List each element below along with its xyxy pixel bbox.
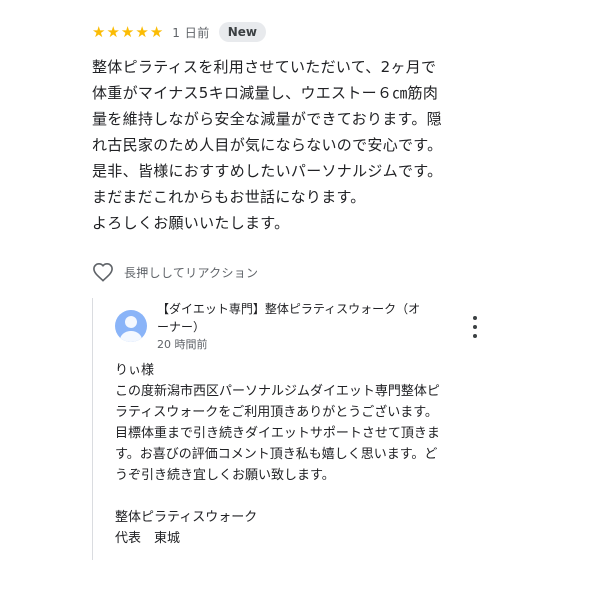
review-date: 1 日前	[172, 25, 210, 40]
new-badge: New	[218, 22, 266, 42]
owner-name: 【ダイエット専門】整体ピラティスウォーク（オ ーナー）	[157, 302, 421, 334]
star-icon: ★	[106, 22, 120, 41]
reply-header: 【ダイエット専門】整体ピラティスウォーク（オ ーナー） 20 時間前	[115, 298, 485, 351]
star-icon: ★	[149, 22, 164, 41]
heart-icon[interactable]	[92, 262, 114, 282]
avatar	[115, 310, 147, 342]
reply-date: 20 時間前	[157, 338, 208, 351]
star-icon: ★	[92, 22, 106, 41]
star-rating: ★ ★ ★ ★ ★	[92, 22, 164, 41]
star-icon: ★	[135, 22, 149, 41]
reaction-button[interactable]: 長押ししてリアクション	[92, 262, 258, 282]
reply-text: りぃ様 この度新潟市西区パーソナルジムダイエット専門整体ピ ラティスウォークをご…	[115, 363, 440, 546]
star-icon: ★	[120, 22, 135, 41]
more-vert-icon	[473, 316, 477, 320]
review-meta: ★ ★ ★ ★ ★ 1 日前 New	[92, 20, 582, 44]
review-text: 整体ピラティスを利用させていただいて、2ヶ月で 体重がマイナス5キロ減量し、ウエ…	[92, 58, 443, 232]
review-card: ★ ★ ★ ★ ★ 1 日前 New 整体ピラティスを利用させていただいて、2ヶ…	[92, 20, 582, 236]
reaction-label: 長押ししてリアクション	[124, 265, 259, 280]
person-icon	[120, 316, 142, 342]
owner-reply: 【ダイエット専門】整体ピラティスウォーク（オ ーナー） 20 時間前 りぃ様 こ…	[92, 298, 493, 560]
more-options-button[interactable]	[470, 316, 480, 338]
